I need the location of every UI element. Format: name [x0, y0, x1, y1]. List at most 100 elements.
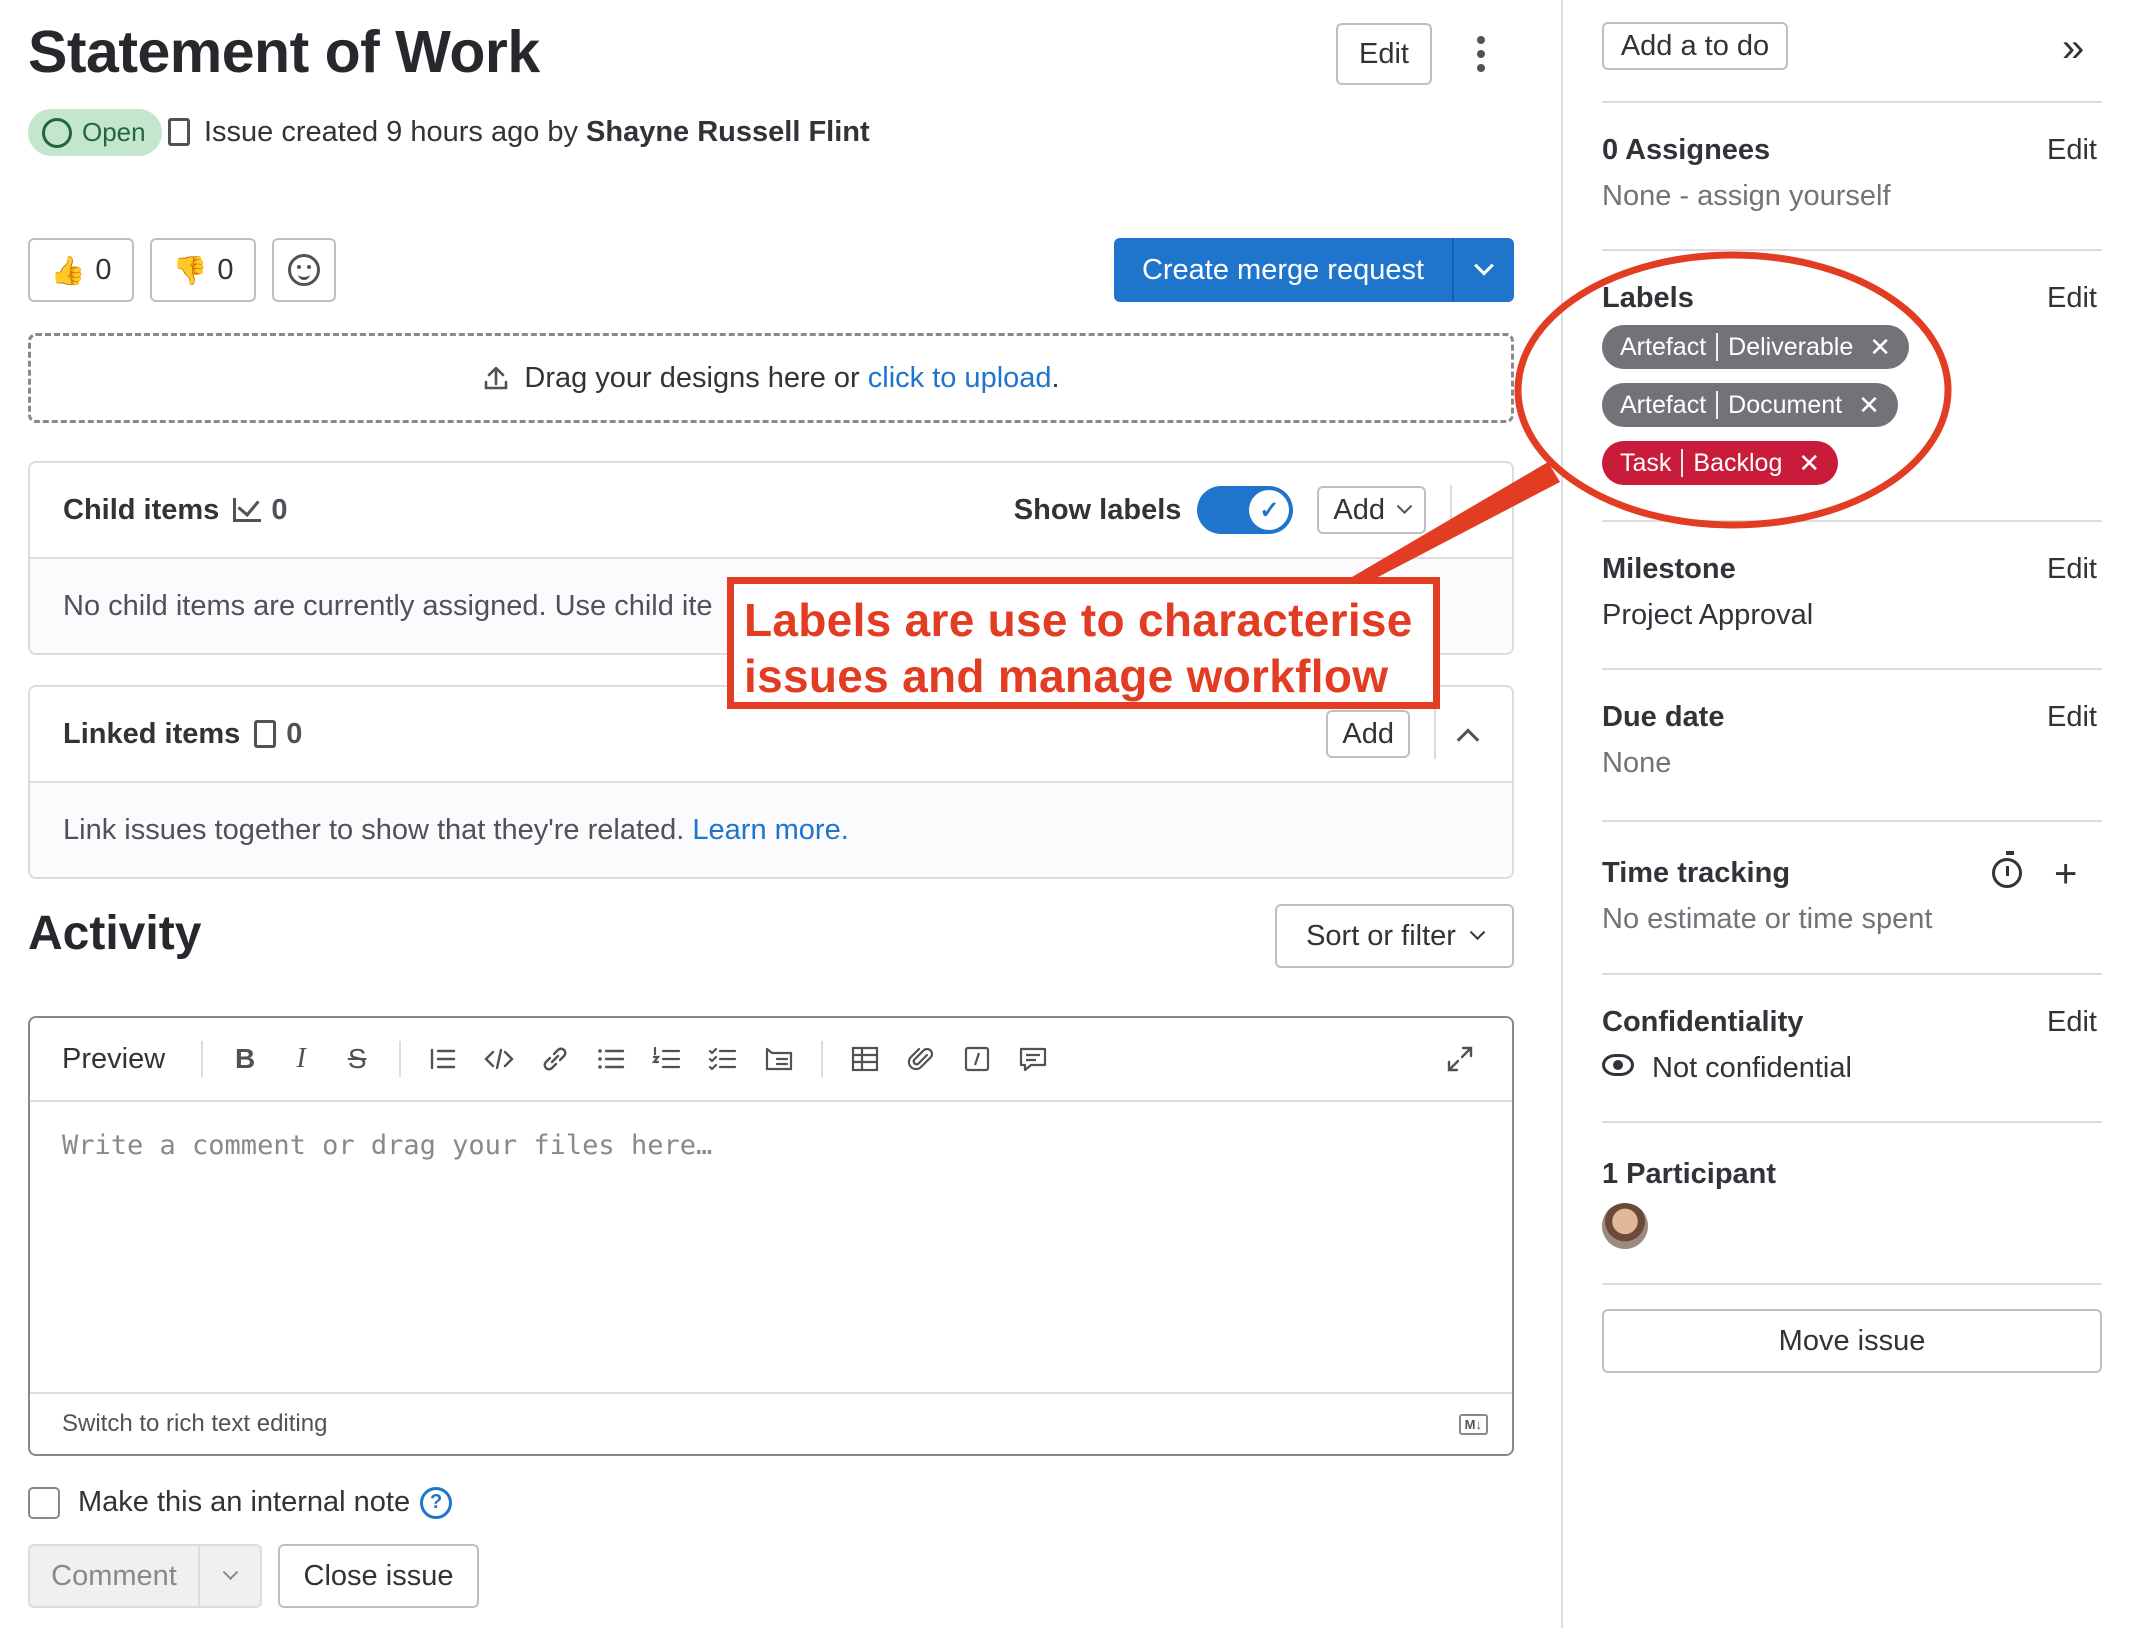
- link-icon[interactable]: [527, 1039, 583, 1079]
- confidentiality-edit-button[interactable]: Edit: [2047, 1006, 2097, 1039]
- numbered-list-icon[interactable]: [639, 1039, 695, 1079]
- check-icon: ✓: [1249, 490, 1290, 530]
- remove-label-icon[interactable]: ✕: [1798, 448, 1820, 479]
- label-scope: Artefact: [1620, 390, 1707, 419]
- collapse-sidebar-icon[interactable]: »: [2062, 26, 2084, 71]
- linked-items-card: Linked items 0 Add Link issues together …: [28, 685, 1514, 879]
- bullet-list-icon[interactable]: [583, 1039, 639, 1079]
- internal-note-option[interactable]: Make this an internal note ?: [28, 1486, 453, 1519]
- stopwatch-icon[interactable]: [1992, 851, 2022, 888]
- status-badge: Open: [28, 109, 162, 156]
- design-dropzone[interactable]: Drag your designs here or click to uploa…: [28, 333, 1514, 423]
- plus-icon[interactable]: +: [2054, 852, 2077, 897]
- switch-to-rich-text-link[interactable]: Switch to rich text editing: [62, 1410, 327, 1438]
- merge-request-dropdown[interactable]: [1454, 238, 1514, 302]
- milestone-edit-button[interactable]: Edit: [2047, 553, 2097, 586]
- thumbs-down-icon: 👎: [172, 254, 208, 286]
- time-tracking-value: No estimate or time spent: [1602, 903, 1933, 935]
- code-icon[interactable]: [471, 1039, 527, 1079]
- label-task-backlog: Task Backlog ✕: [1602, 441, 1839, 485]
- due-date-edit-button[interactable]: Edit: [2047, 701, 2097, 734]
- italic-icon[interactable]: I: [273, 1039, 329, 1079]
- issue-type-icon: [168, 118, 190, 146]
- due-date-value: None: [1602, 747, 1672, 779]
- markdown-icon: M↓: [1458, 1413, 1488, 1435]
- confidentiality-title: Confidentiality: [1602, 1006, 1804, 1038]
- labels-edit-button[interactable]: Edit: [2047, 282, 2097, 315]
- create-merge-request-button[interactable]: Create merge request: [1114, 238, 1514, 302]
- preview-tab[interactable]: Preview: [62, 1043, 165, 1076]
- comment-editor: Preview B I S Write a comment or drag yo…: [28, 1016, 1514, 1456]
- linked-items-icon: [254, 720, 277, 748]
- due-date-title: Due date: [1602, 701, 1725, 733]
- thumbs-up-icon: 👍: [50, 254, 86, 286]
- more-actions-icon[interactable]: [1466, 32, 1496, 76]
- editor-toolbar: Preview B I S: [30, 1018, 1512, 1102]
- labels-title: Labels: [1602, 282, 1694, 314]
- remove-label-icon[interactable]: ✕: [1858, 390, 1880, 421]
- add-linked-item-button[interactable]: Add: [1326, 710, 1410, 758]
- edit-title-button[interactable]: Edit: [1336, 23, 1432, 85]
- chevron-down-icon: [1474, 255, 1494, 276]
- quick-actions-icon[interactable]: [949, 1039, 1005, 1079]
- linked-items-title: Linked items: [63, 717, 241, 750]
- child-items-empty-text: No child items are currently assigned. U…: [63, 589, 713, 622]
- child-items-count: 0: [271, 493, 288, 526]
- page-title: Statement of Work: [28, 19, 540, 85]
- remove-label-icon[interactable]: ✕: [1869, 332, 1891, 363]
- comment-label[interactable]: Comment: [30, 1546, 200, 1606]
- child-items-title: Child items: [63, 493, 220, 526]
- thumbs-down-button[interactable]: 👎 0: [150, 238, 256, 302]
- participants-title: 1 Participant: [1602, 1158, 1777, 1190]
- move-issue-button[interactable]: Move issue: [1602, 1309, 2102, 1373]
- collapse-chevron-up-icon[interactable]: [1456, 728, 1480, 751]
- participant-avatar[interactable]: [1602, 1203, 1648, 1249]
- strikethrough-icon[interactable]: S: [329, 1039, 385, 1079]
- show-labels-toggle[interactable]: ✓: [1197, 486, 1294, 534]
- collapsible-section-icon[interactable]: [751, 1039, 807, 1079]
- comment-dropdown[interactable]: [200, 1546, 260, 1606]
- internal-note-checkbox[interactable]: [28, 1486, 60, 1519]
- close-issue-button[interactable]: Close issue: [278, 1544, 479, 1608]
- create-merge-request-label[interactable]: Create merge request: [1114, 238, 1454, 302]
- linked-items-count: 0: [286, 717, 303, 750]
- fullscreen-icon[interactable]: [1432, 1039, 1488, 1079]
- thumbs-up-button[interactable]: 👍 0: [28, 238, 134, 302]
- table-icon[interactable]: [837, 1039, 893, 1079]
- thumbs-up-count: 0: [95, 253, 112, 286]
- learn-more-link[interactable]: Learn more.: [692, 814, 848, 847]
- add-todo-button[interactable]: Add a to do: [1602, 22, 1788, 70]
- assign-yourself-link[interactable]: None - assign yourself: [1602, 180, 1891, 213]
- comment-textarea[interactable]: Write a comment or drag your files here…: [30, 1102, 1512, 1392]
- assignees-edit-button[interactable]: Edit: [2047, 134, 2097, 167]
- comment-button[interactable]: Comment: [28, 1544, 262, 1608]
- issue-meta: Issue created 9 hours ago by Shayne Russ…: [168, 112, 870, 152]
- add-child-item-button[interactable]: Add: [1317, 486, 1426, 534]
- dropzone-text: Drag your designs here or: [524, 361, 860, 394]
- show-labels-label: Show labels: [1013, 493, 1182, 526]
- add-child-label: Add: [1333, 493, 1385, 526]
- time-tracking-title: Time tracking: [1602, 857, 1791, 889]
- linked-items-empty-text: Link issues together to show that they'r…: [63, 813, 685, 846]
- editor-footer: Switch to rich text editing M↓: [30, 1392, 1512, 1454]
- label-name: Deliverable: [1728, 332, 1854, 361]
- milestone-value[interactable]: Project Approval: [1602, 599, 1813, 632]
- sort-or-filter-label: Sort or filter: [1306, 919, 1456, 952]
- open-status-icon: [42, 117, 72, 148]
- add-reaction-button[interactable]: [272, 238, 336, 302]
- click-to-upload-link[interactable]: click to upload: [868, 362, 1052, 395]
- attachment-icon[interactable]: [893, 1039, 949, 1079]
- bold-icon[interactable]: B: [217, 1039, 273, 1079]
- issue-created-text: Issue created 9 hours ago by: [204, 115, 579, 148]
- confidentiality-value: Not confidential: [1652, 1052, 1852, 1084]
- label-scope: Task: [1620, 448, 1672, 477]
- task-list-icon[interactable]: [695, 1039, 751, 1079]
- comment-template-icon[interactable]: [1005, 1039, 1061, 1079]
- annotation-callout: Labels are use to characterise issues an…: [727, 577, 1440, 709]
- sort-or-filter-dropdown[interactable]: Sort or filter: [1275, 904, 1514, 968]
- sidebar-divider: [1561, 0, 1563, 1628]
- help-icon[interactable]: ?: [420, 1486, 453, 1519]
- quote-icon[interactable]: [415, 1039, 471, 1079]
- assignees-title: 0 Assignees: [1602, 134, 1771, 166]
- author-link[interactable]: Shayne Russell Flint: [586, 116, 870, 149]
